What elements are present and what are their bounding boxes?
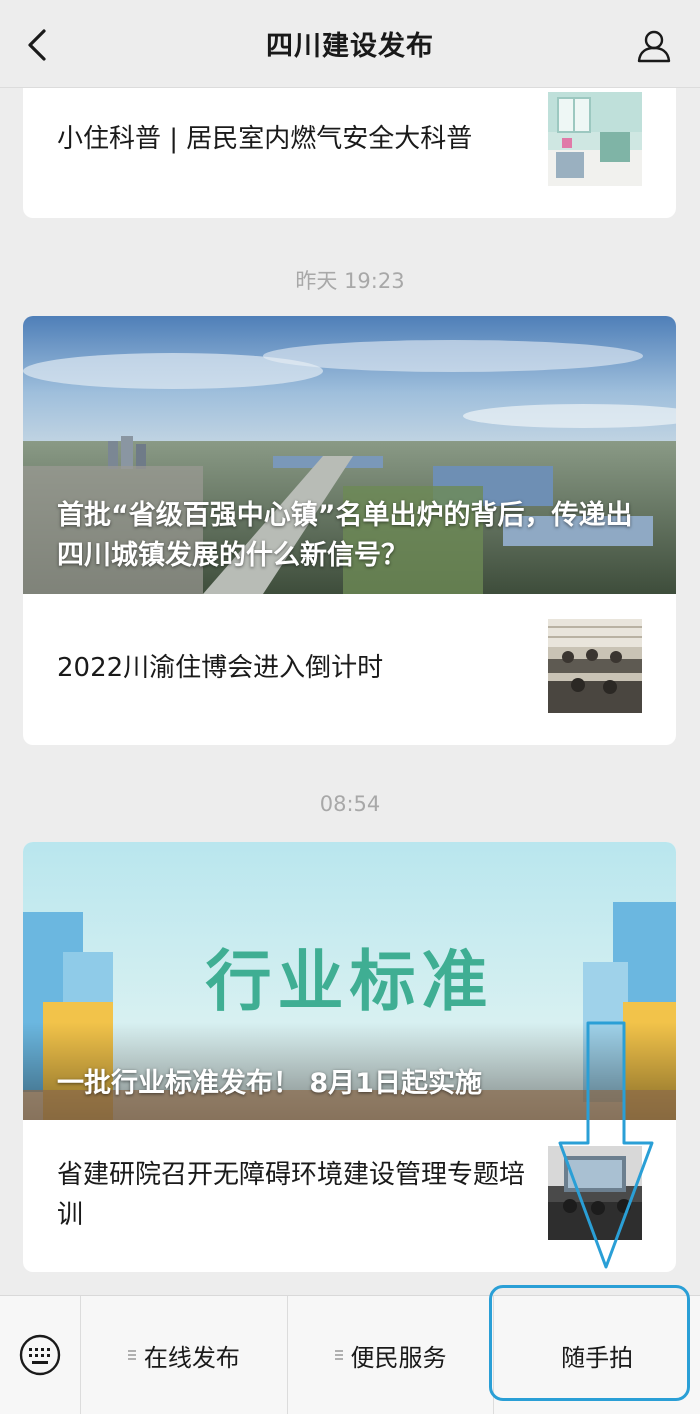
hero-banner-text: 行业标准: [205, 943, 494, 1020]
article-group-card[interactable]: 首批“省级百强中心镇”名单出炉的背后，传递出四川城镇发展的什么新信号？ 2022…: [23, 316, 676, 745]
submenu-icon: [334, 1350, 343, 1360]
article-title: 2022川渝住博会进入倒计时: [57, 652, 384, 683]
list-item[interactable]: 2022川渝住博会进入倒计时: [23, 594, 676, 745]
profile-icon[interactable]: [636, 28, 672, 64]
menu-item-label: 便民服务: [350, 1343, 447, 1372]
menu-item-online-publish[interactable]: 在线发布: [80, 1296, 287, 1414]
article-thumbnail: [548, 92, 642, 186]
menu-item-public-service[interactable]: 便民服务: [286, 1296, 494, 1414]
back-arrow-icon[interactable]: [22, 28, 52, 62]
list-item[interactable]: 小住科普 | 居民室内燃气安全大科普: [23, 88, 676, 218]
article-title: 小住科普 | 居民室内燃气安全大科普: [57, 124, 473, 154]
article-title: 省建研院召开无障碍环境建设管理专题培训: [57, 1160, 526, 1230]
annotation-arrow-icon: [558, 1021, 654, 1269]
submenu-icon: [127, 1350, 136, 1360]
keyboard-icon: [19, 1334, 61, 1376]
hero-title: 首批“省级百强中心镇”名单出炉的背后，传递出四川城镇发展的什么新信号？: [57, 500, 633, 571]
hero-article[interactable]: 首批“省级百强中心镇”名单出炉的背后，传递出四川城镇发展的什么新信号？: [23, 316, 676, 594]
page-title: 四川建设发布: [266, 31, 434, 62]
timestamp: 昨天 19:23: [295, 269, 405, 293]
keyboard-toggle-button[interactable]: [0, 1296, 80, 1414]
article-thumbnail: [548, 619, 642, 713]
timestamp: 08:54: [319, 792, 381, 816]
menu-item-label: 在线发布: [143, 1343, 240, 1372]
nav-bar: 四川建设发布: [0, 0, 700, 88]
article-card-top[interactable]: 小住科普 | 居民室内燃气安全大科普: [23, 88, 676, 218]
annotation-highlight-box: [489, 1285, 690, 1401]
